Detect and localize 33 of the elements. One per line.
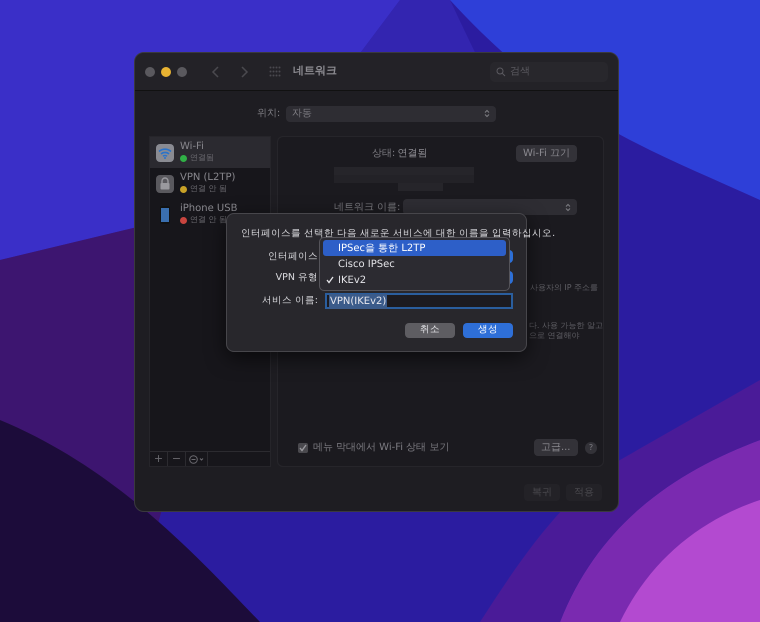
- network-name-label: 네트워크 이름:: [334, 200, 400, 214]
- service-name: VPN (L2TP): [180, 172, 236, 183]
- window-title: 네트워크: [293, 63, 337, 80]
- create-button[interactable]: 생성: [463, 323, 513, 338]
- dialog-prompt: 인터페이스를 선택한 다음 새로운 서비스에 대한 이름을 입력하십시오.: [241, 227, 556, 241]
- help-text: 으로 연결해야: [528, 331, 580, 341]
- service-status: 연결 안 됨: [190, 183, 228, 195]
- service-name: Wi-Fi: [180, 141, 205, 152]
- status-value: 연결됨: [398, 146, 428, 160]
- sidebar-item[interactable]: Wi-Fi 연결됨: [150, 137, 270, 168]
- service-status: 연결 안 됨: [190, 214, 228, 226]
- menu-item[interactable]: IPSec을 통한 L2TP: [323, 240, 506, 256]
- cancel-button[interactable]: 취소: [405, 323, 455, 338]
- location-label: 위치:: [256, 107, 280, 121]
- add-button[interactable]: +: [150, 452, 168, 466]
- interface-label: 인터페이스: [268, 250, 318, 264]
- service-name-field[interactable]: VPN(IKEv2): [325, 293, 513, 309]
- checkbox-label: 메뉴 막대에서 Wi-Fi 상태 보기: [312, 441, 450, 455]
- sidebar-item[interactable]: VPN (L2TP) 연결 안 됨: [150, 168, 270, 199]
- status-label: 상태:: [372, 146, 396, 160]
- location-select[interactable]: 자동: [286, 106, 496, 122]
- menu-item[interactable]: IKEv2: [323, 272, 506, 288]
- remove-button[interactable]: −: [168, 452, 186, 466]
- vpn-type-label: VPN 유형: [276, 271, 318, 285]
- help-button[interactable]: ?: [585, 442, 597, 454]
- help-text: 사용자의 IP 주소를: [530, 283, 600, 293]
- menu-item[interactable]: Cisco IPSec: [323, 256, 506, 272]
- service-name-label: 서비스 이름:: [262, 294, 318, 308]
- service-status: 연결됨: [190, 152, 214, 164]
- service-name: iPhone USB: [180, 203, 238, 214]
- wifi-off-button[interactable]: Wi-Fi 끄기: [516, 144, 577, 162]
- help-text: 다. 사용 가능한 알고: [528, 321, 603, 331]
- advanced-button[interactable]: 고급...: [534, 439, 578, 456]
